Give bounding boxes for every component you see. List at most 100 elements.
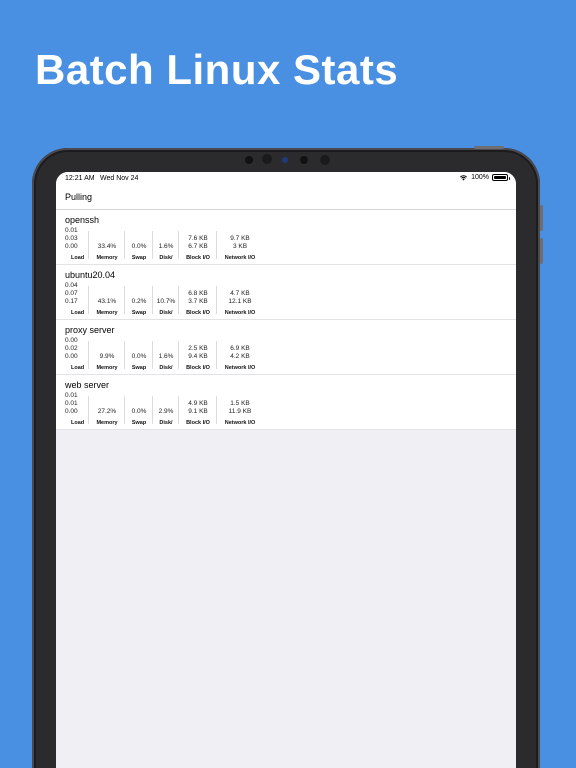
disk-stat: 2.9% Disk/ (153, 394, 179, 426)
load-stat: 0.01 0.03 0.00 Load (65, 227, 89, 261)
memory-stat: 27.2% Memory (89, 394, 125, 426)
swap-label: Swap (131, 420, 147, 426)
camera-icon (282, 157, 288, 163)
disk-value: 1.6% (158, 243, 174, 250)
status-date: Wed Nov 24 (100, 175, 139, 182)
block-read: 6.8 KB (188, 290, 208, 297)
load-label: Load (71, 365, 85, 371)
load-1min: 0.01 (65, 392, 78, 399)
memory-value: 9.9% (99, 353, 115, 360)
block-io-label: Block I/O (186, 420, 210, 426)
disk-value: 2.9% (158, 408, 174, 415)
load-stat: 0.00 0.02 0.00 Load (65, 337, 89, 371)
load-label: Load (71, 310, 85, 316)
block-io-stat: 6.8 KB 3.7 KB Block I/O (179, 284, 217, 316)
net-rx: 1.5 KB (230, 400, 250, 407)
network-io-label: Network I/O (224, 420, 256, 426)
network-io-stat: 9.7 KB 3 KB Network I/O (217, 229, 263, 261)
disk-label: Disk/ (159, 255, 173, 261)
block-write: 6.7 KB (188, 243, 208, 250)
app-screen: 12:21 AM Wed Nov 24 100% Pulling openssh… (56, 172, 516, 768)
battery-level (494, 176, 506, 179)
net-rx: 4.7 KB (230, 290, 250, 297)
status-indicators: 100% (459, 174, 510, 181)
network-io-label: Network I/O (224, 255, 256, 261)
block-write: 9.1 KB (188, 408, 208, 415)
disk-stat: 10.7% Disk/ (153, 284, 179, 316)
network-io-stat: 4.7 KB 12.1 KB Network I/O (217, 284, 263, 316)
server-row[interactable]: web server 0.01 0.01 0.00 Load 27.2% Memor… (56, 375, 516, 430)
swap-label: Swap (131, 310, 147, 316)
load-5min: 0.07 (65, 290, 78, 297)
load-5min: 0.01 (65, 400, 78, 407)
volume-down-button (540, 238, 543, 264)
load-15min: 0.00 (65, 243, 78, 250)
swap-stat: 0.0% Swap (125, 394, 153, 426)
memory-label: Memory (96, 255, 118, 261)
load-15min: 0.00 (65, 408, 78, 415)
sensor-icon (300, 156, 308, 164)
server-row[interactable]: proxy server 0.00 0.02 0.00 Load 9.9% Memo… (56, 320, 516, 375)
disk-value: 1.6% (158, 353, 174, 360)
network-io-stat: 6.9 KB 4.2 KB Network I/O (217, 339, 263, 371)
memory-value: 33.4% (97, 243, 117, 250)
status-time: 12:21 AM (65, 175, 95, 182)
nav-title: Pulling (65, 192, 93, 202)
block-read: 7.6 KB (188, 235, 208, 242)
net-tx: 3 KB (232, 243, 248, 250)
net-rx: 9.7 KB (230, 235, 250, 242)
swap-value: 0.2% (131, 298, 147, 305)
load-5min: 0.03 (65, 235, 78, 242)
block-io-stat: 7.6 KB 6.7 KB Block I/O (179, 229, 217, 261)
load-15min: 0.00 (65, 353, 78, 360)
promo-title: Batch Linux Stats (35, 46, 399, 93)
swap-stat: 0.0% Swap (125, 229, 153, 261)
disk-label: Disk/ (159, 420, 173, 426)
block-write: 3.7 KB (188, 298, 208, 305)
memory-stat: 9.9% Memory (89, 339, 125, 371)
swap-value: 0.0% (131, 408, 147, 415)
navigation-bar: Pulling (56, 186, 516, 210)
wifi-icon (460, 175, 468, 181)
battery-percent: 100% (471, 174, 489, 181)
load-1min: 0.01 (65, 227, 78, 234)
status-bar: 12:21 AM Wed Nov 24 100% (56, 172, 516, 186)
disk-stat: 1.6% Disk/ (153, 339, 179, 371)
server-row[interactable]: ubuntu20.04 0.04 0.07 0.17 Load 43.1% Memo… (56, 265, 516, 320)
block-io-stat: 2.5 KB 9.4 KB Block I/O (179, 339, 217, 371)
load-1min: 0.04 (65, 282, 78, 289)
load-label: Load (71, 420, 85, 426)
sensor-icon (245, 156, 253, 164)
server-name: openssh (65, 215, 100, 225)
server-name: proxy server (65, 325, 115, 335)
memory-value: 27.2% (97, 408, 117, 415)
memory-label: Memory (96, 310, 118, 316)
server-list: openssh 0.01 0.03 0.00 Load 33.4% Memory 0… (56, 210, 516, 430)
memory-stat: 43.1% Memory (89, 284, 125, 316)
block-io-label: Block I/O (186, 310, 210, 316)
memory-label: Memory (96, 420, 118, 426)
block-write: 9.4 KB (188, 353, 208, 360)
server-row[interactable]: openssh 0.01 0.03 0.00 Load 33.4% Memory 0… (56, 210, 516, 265)
disk-label: Disk/ (159, 365, 173, 371)
load-label: Load (71, 255, 85, 261)
network-io-label: Network I/O (224, 310, 256, 316)
net-rx: 6.9 KB (230, 345, 250, 352)
net-tx: 12.1 KB (228, 298, 252, 305)
swap-label: Swap (131, 255, 147, 261)
block-io-label: Block I/O (186, 255, 210, 261)
memory-stat: 33.4% Memory (89, 229, 125, 261)
block-io-stat: 4.9 KB 9.1 KB Block I/O (179, 394, 217, 426)
disk-value: 10.7% (156, 298, 176, 305)
sensor-icon (320, 155, 330, 165)
swap-stat: 0.0% Swap (125, 339, 153, 371)
memory-label: Memory (96, 365, 118, 371)
load-stat: 0.04 0.07 0.17 Load (65, 282, 89, 316)
swap-stat: 0.2% Swap (125, 284, 153, 316)
net-tx: 11.9 KB (228, 408, 252, 415)
load-5min: 0.02 (65, 345, 78, 352)
swap-label: Swap (131, 365, 147, 371)
network-io-label: Network I/O (224, 365, 256, 371)
net-tx: 4.2 KB (230, 353, 250, 360)
network-io-stat: 1.5 KB 11.9 KB Network I/O (217, 394, 263, 426)
